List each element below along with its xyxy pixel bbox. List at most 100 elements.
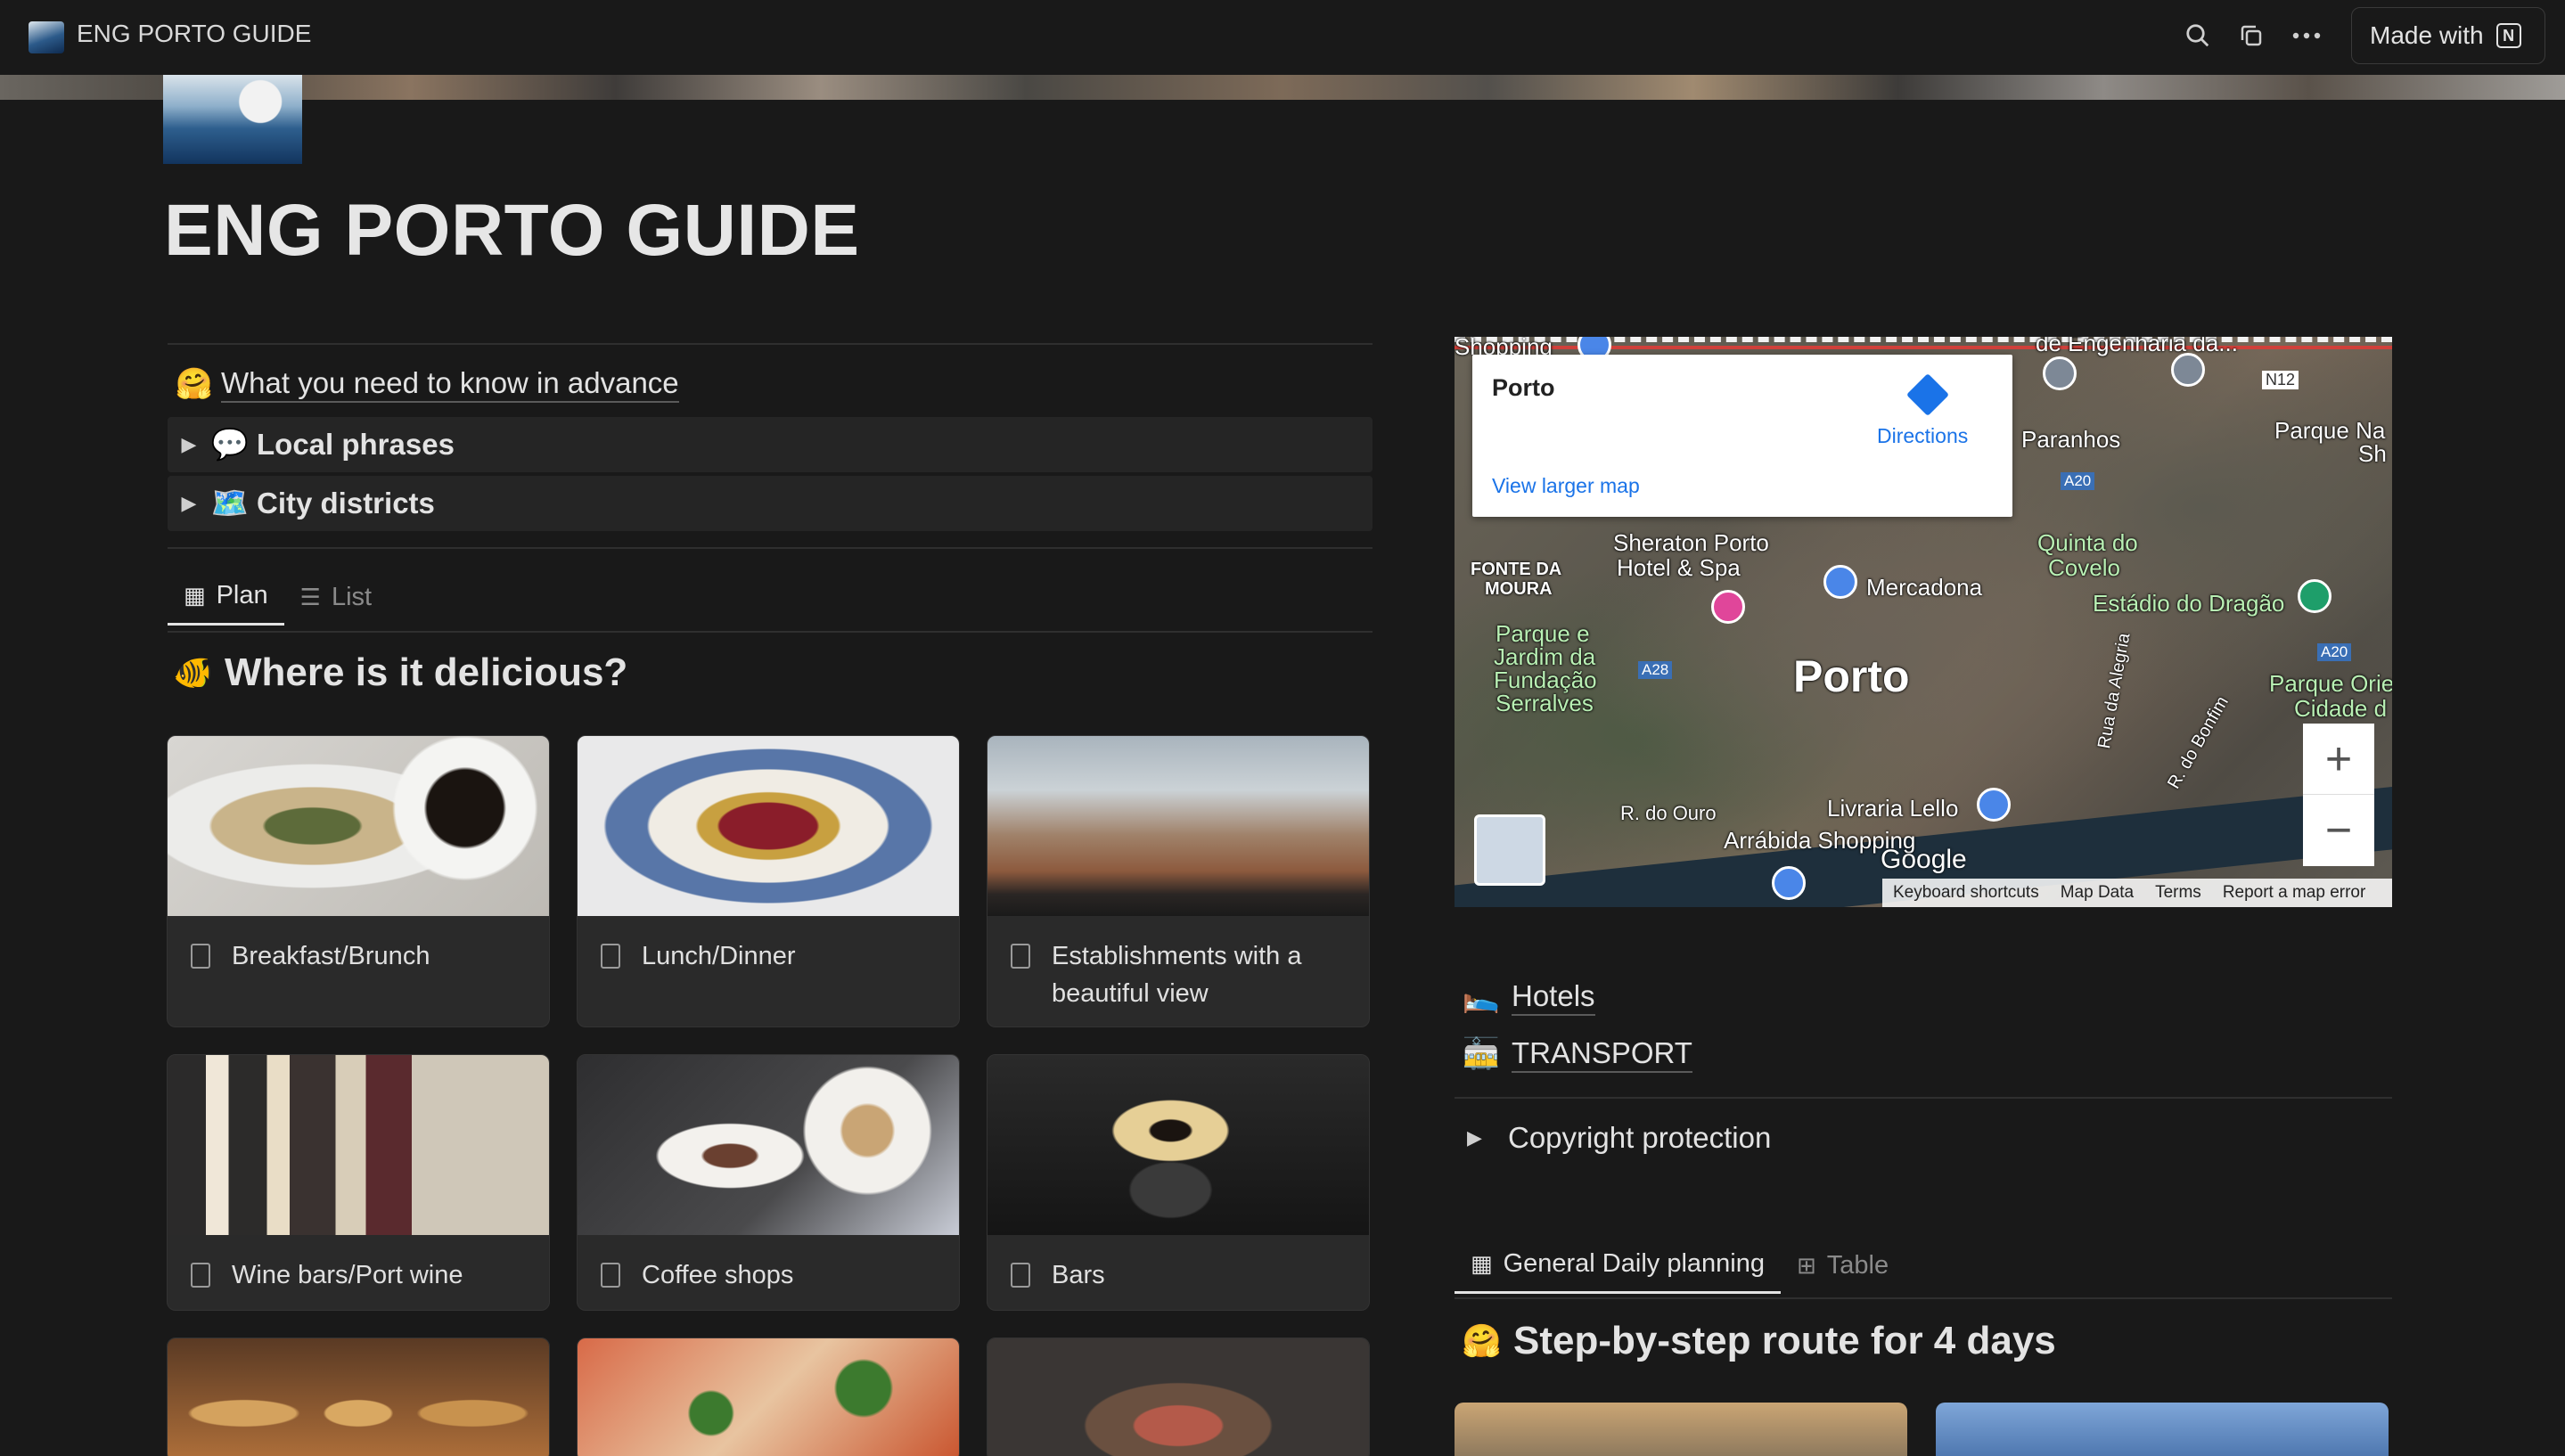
card-image — [578, 1055, 959, 1235]
divider — [1455, 1297, 2392, 1299]
card-label: Coffee shops — [642, 1261, 794, 1289]
card-label: Lunch/Dinner — [642, 942, 796, 970]
card-label: Breakfast/Brunch — [232, 942, 430, 970]
toggle-city-districts[interactable]: ▶ 🗺️ City districts — [168, 476, 1373, 531]
search-button[interactable] — [2178, 16, 2217, 55]
map-label: Covelo — [2048, 554, 2120, 581]
card-beautiful-view[interactable]: Establishments with a beautiful view — [987, 735, 1370, 1027]
page-doc-icon — [601, 944, 620, 969]
page-doc-icon — [191, 944, 210, 969]
card-lunch-dinner[interactable]: Lunch/Dinner — [577, 735, 960, 1027]
hugging-face-emoji-icon: 🤗 — [175, 367, 214, 401]
stadium-pin-icon[interactable] — [2298, 579, 2331, 613]
hugging-face-emoji-icon: 🤗 — [1462, 1322, 1502, 1359]
card-breakfast-brunch[interactable]: Breakfast/Brunch — [167, 735, 550, 1027]
report-map-error-link[interactable]: Report a map error — [2223, 883, 2366, 903]
school-pin-icon[interactable] — [2043, 356, 2077, 390]
map-data-link[interactable]: Map Data — [2061, 883, 2134, 903]
map-attribution: Keyboard shortcuts Map Data Terms Report… — [1882, 879, 2392, 907]
terms-link[interactable]: Terms — [2155, 883, 2201, 903]
google-logo: Google — [1881, 845, 1967, 874]
card-image — [987, 1338, 1369, 1456]
cover-image — [0, 75, 2565, 100]
toggle-local-phrases[interactable]: ▶ 💬 Local phrases — [168, 417, 1373, 472]
map-info-window: Porto Directions View larger map — [1472, 355, 2012, 517]
map-label: Quinta do — [2037, 529, 2138, 556]
toggle-label: City districts — [257, 487, 435, 519]
toggle-triangle-icon[interactable]: ▶ — [168, 433, 210, 456]
school-pin-icon[interactable] — [2171, 353, 2205, 387]
card-image — [987, 736, 1369, 916]
toggle-triangle-icon[interactable]: ▶ — [1467, 1126, 1497, 1149]
made-with-button[interactable]: Made with N — [2351, 7, 2545, 64]
left-view-tabs: ▦ Plan ☰ List — [168, 568, 388, 626]
keyboard-shortcuts-link[interactable]: Keyboard shortcuts — [1893, 883, 2039, 903]
map-label: A20 — [2061, 472, 2095, 490]
duplicate-button[interactable] — [2232, 16, 2271, 55]
tab-plan[interactable]: ▦ Plan — [168, 568, 284, 626]
toggle-label: Copyright protection — [1508, 1121, 1772, 1154]
hotel-pin-icon[interactable] — [1711, 590, 1745, 624]
card-ramen[interactable] — [987, 1337, 1370, 1456]
google-map-embed[interactable]: Shopping de Engenharia da... N12 Paranho… — [1455, 337, 2392, 907]
tab-label: General Daily planning — [1503, 1249, 1765, 1278]
tab-general-daily-planning[interactable]: ▦ General Daily planning — [1455, 1237, 1781, 1294]
know-in-advance-link-row[interactable]: 🤗 What you need to know in advance — [175, 365, 679, 403]
tab-list[interactable]: ☰ List — [284, 568, 388, 626]
page-doc-icon — [1011, 944, 1030, 969]
list-icon: ☰ — [299, 583, 321, 610]
card-image — [578, 1338, 959, 1456]
tab-table[interactable]: ⊞ Table — [1781, 1237, 1905, 1294]
map-label: Estádio do Dragão — [2093, 590, 2285, 617]
directions-link[interactable]: Directions — [1877, 424, 1968, 448]
more-button[interactable] — [2287, 16, 2326, 55]
toggle-label: Local phrases — [257, 428, 455, 461]
card-pizza[interactable] — [577, 1337, 960, 1456]
made-with-label: Made with — [2370, 21, 2484, 49]
map-label: Cidade d — [2294, 695, 2388, 722]
map-label: Sh — [2358, 440, 2387, 467]
hotels-link-row[interactable]: 🛌 Hotels — [1462, 978, 1595, 1016]
view-larger-map-link[interactable]: View larger map — [1492, 474, 1640, 498]
section-title-text: Step-by-step route for 4 days — [1513, 1319, 2056, 1362]
map-label: FONTE DA — [1471, 560, 1562, 579]
toggle-copyright-protection[interactable]: ▶ Copyright protection — [1467, 1121, 1771, 1155]
great-wave-icon[interactable] — [163, 75, 302, 164]
hotels-link[interactable]: Hotels — [1512, 978, 1595, 1016]
toggle-triangle-icon[interactable]: ▶ — [168, 492, 210, 515]
zoom-out-button[interactable]: − — [2303, 795, 2374, 866]
right-view-tabs: ▦ General Daily planning ⊞ Table — [1455, 1237, 1905, 1294]
map-label: de Engenharia da... — [2036, 337, 2238, 356]
shopping-pin-icon[interactable] — [1772, 866, 1806, 900]
zoom-in-button[interactable]: + — [2303, 724, 2374, 795]
divider — [168, 343, 1373, 345]
card-image — [168, 1338, 549, 1456]
page-doc-icon — [191, 1263, 210, 1288]
shopping-pin-icon[interactable] — [1977, 788, 2011, 822]
card-image — [987, 1055, 1369, 1235]
page-doc-icon — [1011, 1263, 1030, 1288]
directions-icon[interactable] — [1905, 372, 1950, 417]
map-label: Rua da Alegria — [2094, 631, 2135, 750]
card-image — [168, 1055, 549, 1235]
transport-link-row[interactable]: 🚋 TRANSPORT — [1462, 1035, 1692, 1073]
route-card-day-1[interactable] — [1455, 1403, 1907, 1456]
know-in-advance-link[interactable]: What you need to know in advance — [221, 365, 679, 403]
card-bakery[interactable] — [167, 1337, 550, 1456]
fish-emoji-icon: 🐠 — [173, 654, 213, 691]
map-label: Hotel & Spa — [1617, 554, 1741, 581]
card-wine-bars[interactable]: Wine bars/Port wine — [167, 1054, 550, 1311]
section-title-delicious: 🐠 Where is it delicious? — [173, 650, 627, 695]
tab-label: Plan — [216, 581, 268, 609]
map-label: Serralves — [1496, 690, 1594, 716]
map-label: Sheraton Porto — [1613, 529, 1769, 556]
shopping-cart-pin-icon[interactable] — [1823, 565, 1857, 599]
card-coffee-shops[interactable]: Coffee shops — [577, 1054, 960, 1311]
card-bars[interactable]: Bars — [987, 1054, 1370, 1311]
bed-emoji-icon: 🛌 — [1462, 980, 1501, 1014]
map-type-toggle[interactable] — [1474, 814, 1545, 886]
workspace-title[interactable]: ENG PORTO GUIDE — [77, 20, 311, 48]
map-label: A28 — [1638, 661, 1673, 679]
route-card-day-2[interactable] — [1936, 1403, 2389, 1456]
transport-link[interactable]: TRANSPORT — [1512, 1035, 1692, 1073]
